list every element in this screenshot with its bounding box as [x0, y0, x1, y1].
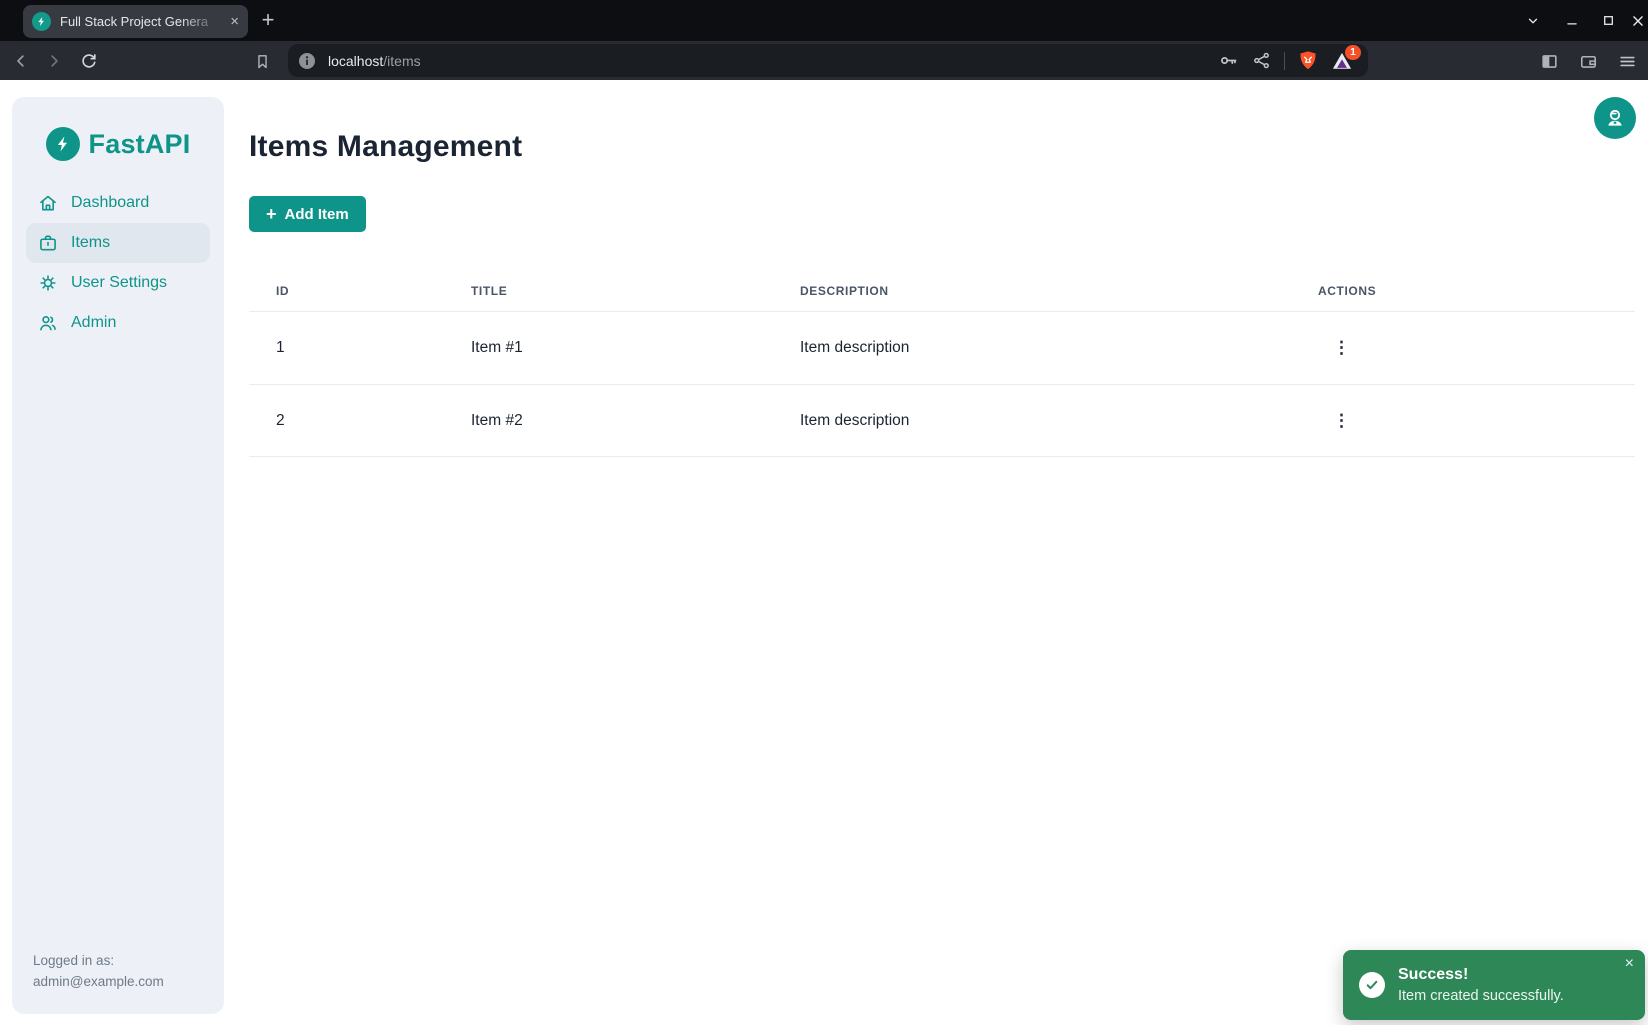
cell-description: Item description [800, 412, 1318, 430]
app-page: FastAPI Dashboard Items User Settings [0, 80, 1648, 1025]
briefcase-icon [38, 233, 58, 253]
main-content: Items Management + Add Item ID TITLE DES… [249, 80, 1635, 457]
sidebar-item-admin[interactable]: Admin [26, 303, 210, 343]
url-text: localhost/items [328, 53, 421, 69]
saved-passwords-key-icon[interactable] [1218, 50, 1239, 71]
column-header-actions: ACTIONS [1318, 284, 1635, 298]
back-icon[interactable] [8, 48, 34, 74]
reload-icon[interactable] [75, 48, 101, 74]
address-bar[interactable]: localhost/items 1 [288, 44, 1368, 77]
success-toast: Success! Item created successfully. × [1343, 950, 1645, 1020]
toolbar-divider [1284, 52, 1285, 70]
sidebar-item-label: Admin [71, 314, 116, 332]
users-icon [38, 313, 58, 333]
sidebar-item-label: Items [71, 234, 110, 252]
forward-icon[interactable] [41, 48, 67, 74]
column-header-title: TITLE [471, 284, 800, 298]
sidebar-item-dashboard[interactable]: Dashboard [26, 183, 210, 223]
bookmark-icon[interactable] [249, 48, 275, 74]
row-actions-kebab-icon[interactable]: ⋮ [1327, 407, 1355, 435]
check-circle-icon [1359, 972, 1385, 998]
rewards-badge: 1 [1345, 45, 1361, 60]
column-header-id: ID [249, 284, 471, 298]
sidebar-item-user-settings[interactable]: User Settings [26, 263, 210, 303]
sidebar-item-label: User Settings [71, 274, 167, 292]
logged-in-email: admin@example.com [33, 971, 164, 992]
tab-close-icon[interactable]: × [230, 14, 239, 29]
table-row: 1 Item #1 Item description ⋮ [249, 311, 1635, 384]
cell-id: 2 [249, 412, 471, 430]
column-header-description: DESCRIPTION [800, 284, 1318, 298]
logo-text: FastAPI [89, 129, 191, 160]
logged-in-label: Logged in as: [33, 950, 164, 971]
sidebar-item-items[interactable]: Items [26, 223, 210, 263]
items-table: ID TITLE DESCRIPTION ACTIONS 1 Item #1 I… [249, 270, 1635, 457]
add-item-label: Add Item [285, 206, 349, 223]
sidebar: FastAPI Dashboard Items User Settings [12, 97, 224, 1014]
site-info-icon[interactable] [298, 52, 316, 70]
tab-search-icon[interactable] [1523, 0, 1543, 41]
sidebar-item-label: Dashboard [71, 194, 149, 212]
share-icon[interactable] [1252, 51, 1271, 70]
window-minimize-icon[interactable] [1562, 0, 1582, 41]
browser-chrome: Full Stack Project Genera × + [0, 0, 1648, 80]
add-item-button[interactable]: + Add Item [249, 196, 366, 232]
brave-rewards-icon[interactable]: 1 [1331, 51, 1353, 71]
url-path: /items [383, 53, 420, 69]
cell-title: Item #1 [471, 339, 800, 357]
logged-in-info: Logged in as: admin@example.com [33, 950, 164, 992]
toast-message: Item created successfully. [1398, 986, 1564, 1007]
fastapi-logo: FastAPI [12, 127, 224, 161]
page-title: Items Management [249, 130, 1635, 164]
browser-tab[interactable]: Full Stack Project Genera × [23, 5, 248, 38]
browser-toolbar: localhost/items 1 [0, 41, 1648, 80]
menu-icon[interactable] [1614, 48, 1640, 74]
toast-close-icon[interactable]: × [1625, 956, 1634, 972]
window-maximize-icon[interactable] [1598, 0, 1618, 41]
url-host: localhost [328, 53, 383, 69]
cell-title: Item #2 [471, 412, 800, 430]
sidebar-toggle-icon[interactable] [1536, 48, 1562, 74]
fastapi-favicon-icon [32, 12, 51, 31]
cell-description: Item description [800, 339, 1318, 357]
tab-title: Full Stack Project Genera [60, 14, 226, 29]
new-tab-button[interactable]: + [255, 7, 281, 33]
home-icon [38, 193, 58, 213]
cell-id: 1 [249, 339, 471, 357]
fastapi-bolt-icon [46, 127, 80, 161]
brave-shield-icon[interactable] [1298, 50, 1318, 72]
table-header-row: ID TITLE DESCRIPTION ACTIONS [249, 270, 1635, 311]
toast-title: Success! [1398, 964, 1564, 986]
window-close-icon[interactable] [1628, 0, 1648, 41]
sidebar-nav: Dashboard Items User Settings Admin [26, 183, 210, 343]
toast-text: Success! Item created successfully. [1398, 964, 1564, 1007]
tab-strip: Full Stack Project Genera × + [0, 0, 1648, 41]
wallet-icon[interactable] [1575, 48, 1601, 74]
plus-icon: + [266, 205, 277, 223]
table-row: 2 Item #2 Item description ⋮ [249, 384, 1635, 457]
row-actions-kebab-icon[interactable]: ⋮ [1327, 334, 1355, 362]
gear-icon [38, 273, 58, 293]
